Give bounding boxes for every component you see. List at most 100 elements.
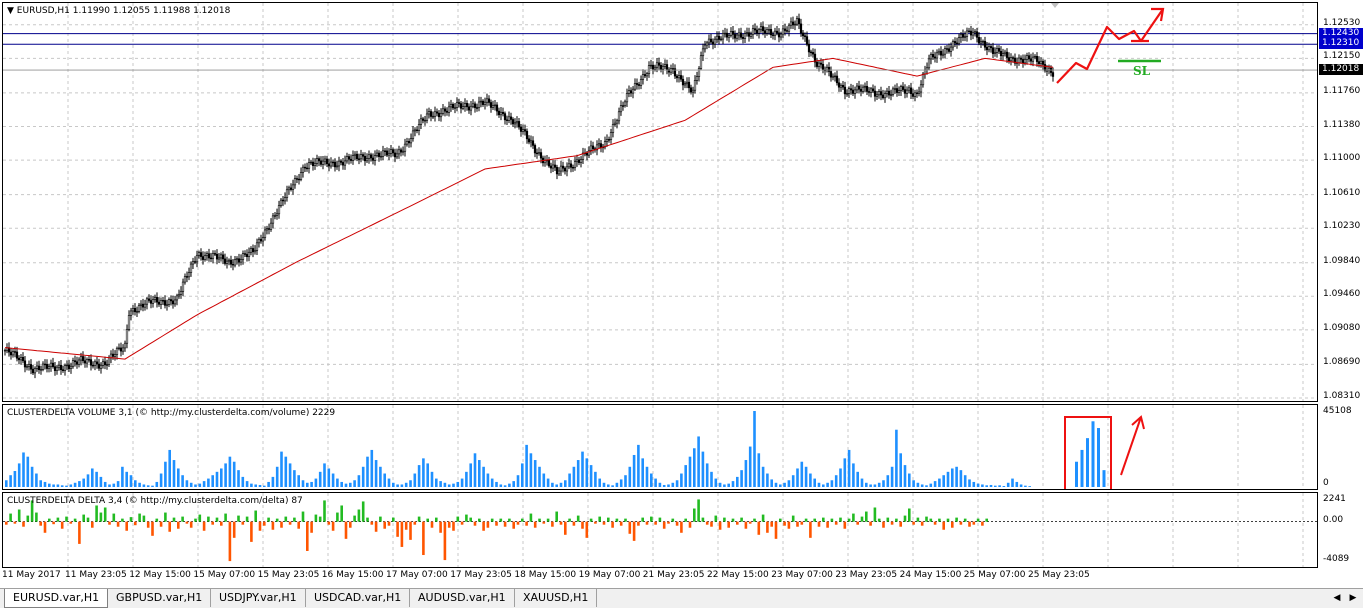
candle-body <box>503 113 507 121</box>
tab-usdjpy-var-h1[interactable]: USDJPY.var,H1 <box>211 589 306 607</box>
volume-bar <box>241 476 245 487</box>
candle-body <box>413 129 417 132</box>
candle-body <box>341 162 345 166</box>
price-tick-label: 1.10230 <box>1323 221 1361 232</box>
volume-bar <box>658 482 662 487</box>
delta-bar <box>710 521 713 527</box>
candle-body <box>431 115 435 118</box>
candle-body <box>107 357 111 365</box>
volume-bar <box>753 411 756 487</box>
volume-bar <box>86 474 90 487</box>
delta-indicator-pane[interactable]: CLUSTERDELTA DELTA 3,4 (© http://my.clus… <box>2 492 1318 568</box>
delta-min-label: -4089 <box>1323 554 1350 564</box>
candle-body <box>619 105 623 113</box>
candle-body <box>679 75 683 80</box>
volume-bar <box>13 470 17 487</box>
delta-bar <box>736 521 739 525</box>
candle-body <box>501 111 505 114</box>
candle-body <box>331 161 335 164</box>
candle-body <box>147 298 151 301</box>
volume-bar <box>232 461 236 487</box>
candle-body <box>917 91 921 94</box>
tab-xauusd-h1[interactable]: XAUUSD,H1 <box>515 589 598 607</box>
delta-bar <box>615 518 619 522</box>
volume-bar <box>770 479 773 487</box>
price-scale[interactable]: 1.12530 1.12150 1.11760 1.11380 1.11000 1.106… <box>1319 2 1363 402</box>
candle-body <box>271 215 275 224</box>
time-axis-label: 15 May 07:00 <box>193 570 256 580</box>
candle-body <box>753 28 757 31</box>
volume-bar <box>568 473 571 487</box>
volume-bar <box>607 484 610 487</box>
candle-body <box>829 71 833 78</box>
candle-body <box>155 297 159 303</box>
volume-bar <box>989 484 993 487</box>
tab-eurusd-var-h1[interactable]: EURUSD.var,H1 <box>4 589 109 608</box>
chart-menu-triangle-icon[interactable]: ▼ <box>7 6 14 16</box>
candle-body <box>153 297 157 300</box>
delta-bar <box>744 521 748 529</box>
volume-bar <box>645 466 649 487</box>
candle-body <box>391 149 395 154</box>
candle-body <box>57 364 61 368</box>
volume-forecast-bar <box>1086 438 1089 487</box>
candle-body <box>789 21 793 26</box>
tab-scroll-right-icon[interactable]: ▶ <box>1346 589 1360 607</box>
delta-bar <box>426 518 429 522</box>
volume-bar <box>576 460 580 487</box>
price-chart-pane[interactable]: SL ▼ EURUSD,H1 1.11990 1.12055 1.11988 1… <box>2 2 1318 402</box>
volume-bar <box>258 484 262 487</box>
candle-body <box>885 90 889 94</box>
delta-bar <box>607 517 610 522</box>
volume-bar <box>920 484 924 487</box>
volume-bar <box>146 485 150 487</box>
time-axis-label: 17 May 07:00 <box>386 570 448 580</box>
candle-body <box>43 363 47 366</box>
candle-body <box>309 161 313 164</box>
volume-bar <box>275 466 279 487</box>
candle-body <box>657 62 661 66</box>
volume-bar <box>628 466 632 487</box>
time-axis-label: 17 May 23:05 <box>450 570 512 580</box>
candle-body <box>831 75 835 78</box>
candle-body <box>695 76 699 81</box>
candle-body <box>959 33 963 38</box>
delta-bar <box>912 521 915 525</box>
delta-bar <box>52 521 55 525</box>
price-chart-canvas: SL <box>3 3 1317 401</box>
tab-usdcad-var-h1[interactable]: USDCAD.var,H1 <box>306 589 411 607</box>
candle-body <box>609 132 613 140</box>
delta-zero-label: 0.00 <box>1323 514 1344 525</box>
candle-body <box>847 88 851 94</box>
time-axis-label: 15 May 23:05 <box>257 570 320 580</box>
tab-audusd-var-h1[interactable]: AUDUSD.var,H1 <box>410 589 515 607</box>
candle-body <box>757 29 761 34</box>
candle-body <box>301 166 305 173</box>
volume-bar <box>379 466 382 487</box>
candle-body <box>661 66 665 70</box>
volume-bar <box>671 482 675 487</box>
volume-indicator-pane[interactable]: CLUSTERDELTA VOLUME 3,1 (© http://my.clu… <box>2 404 1318 490</box>
volume-bar <box>288 463 292 487</box>
volume-bar <box>495 481 498 487</box>
delta-bar <box>17 509 21 522</box>
delta-bar <box>241 521 245 525</box>
volume-forecast-bar <box>1080 449 1084 487</box>
time-axis-label: 22 May 15:00 <box>707 570 769 580</box>
chart-symbol-title: EURUSD,H1 <box>16 6 70 16</box>
candle-body <box>861 86 865 92</box>
delta-bar <box>839 517 842 522</box>
candle-body <box>289 187 293 190</box>
moving-average-line <box>4 57 1054 360</box>
volume-bar <box>723 484 726 487</box>
price-tick-label: 1.11760 <box>1323 85 1361 96</box>
candle-body <box>551 164 555 169</box>
volume-bar <box>637 444 640 487</box>
volume-bar <box>981 484 984 487</box>
tab-gbpusd-var-h1[interactable]: GBPUSD.var,H1 <box>108 589 212 607</box>
volume-scale: 45108 0 <box>1319 404 1363 490</box>
candle-body <box>795 18 799 25</box>
candle-body <box>895 88 899 93</box>
tab-scroll-left-icon[interactable]: ◀ <box>1330 589 1344 607</box>
delta-bar <box>774 521 778 539</box>
